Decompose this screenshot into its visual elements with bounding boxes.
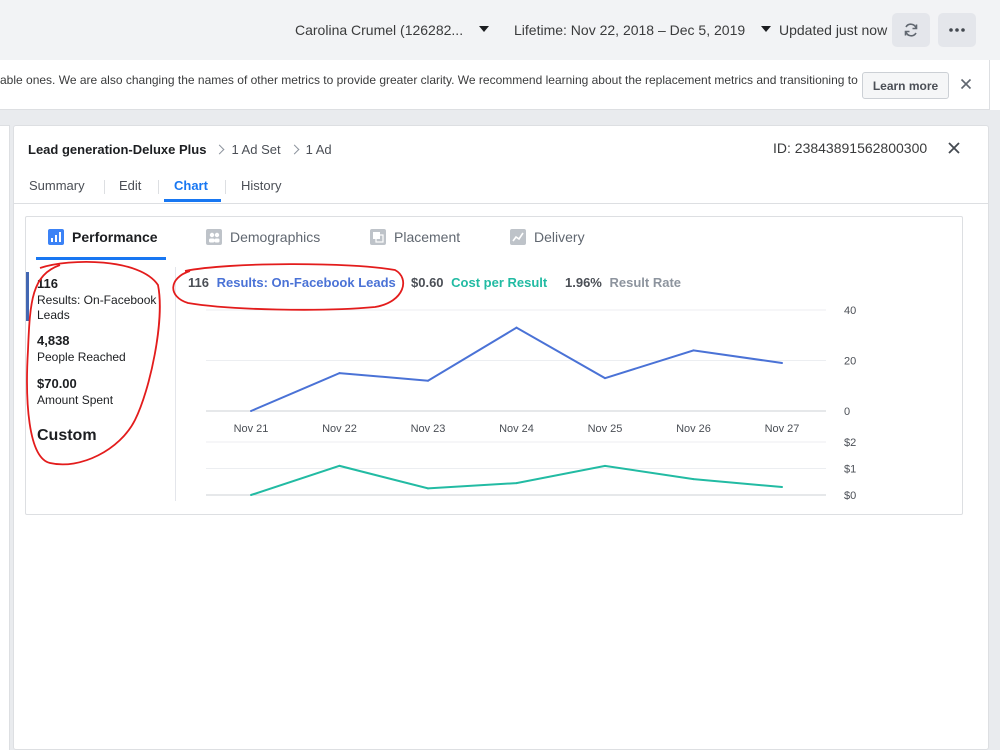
performance-charts: 40 20 0 Nov 21 Nov 22 Nov 23 Nov 24 Nov 25 Nov 2…: [206, 305, 856, 502]
data-point: [338, 372, 341, 375]
breadcrumb-campaign[interactable]: Lead generation-Deluxe Plus: [28, 142, 206, 157]
data-point: [250, 410, 252, 412]
date-range-label: Lifetime: Nov 22, 2018 – Dec 5, 2019: [514, 22, 746, 38]
x-tick-label: Nov 25: [588, 423, 623, 435]
more-icon: [949, 28, 965, 32]
chevron-right-icon: [214, 144, 225, 155]
tab-divider: [225, 180, 226, 194]
y-tick-label: $0: [844, 490, 856, 502]
x-tick-label: Nov 26: [676, 423, 711, 435]
data-point: [427, 379, 429, 382]
breadcrumb-ad[interactable]: 1 Ad: [306, 142, 332, 157]
y-tick-label: 0: [844, 406, 850, 418]
caret-down-icon: [479, 26, 490, 33]
x-tick-label: Nov 27: [765, 423, 800, 435]
x-tick-label: Nov 24: [499, 423, 534, 435]
data-point: [604, 377, 606, 380]
detail-tabs: Summary Edit Chart History: [14, 170, 988, 204]
series-line: [250, 326, 783, 412]
data-point: [427, 487, 429, 490]
tab-divider: [158, 180, 159, 194]
close-icon[interactable]: [960, 78, 972, 90]
x-tick-label: Nov 23: [411, 423, 446, 435]
y-tick-label: 20: [844, 356, 856, 368]
close-icon[interactable]: [948, 142, 960, 154]
ad-detail-panel: Lead generation-Deluxe Plus 1 Ad Set 1 A…: [13, 125, 989, 750]
refresh-icon: [904, 23, 918, 37]
tab-summary[interactable]: Summary: [29, 178, 85, 193]
chart-container: Performance Demographics Placement Deliv…: [25, 216, 963, 515]
data-point: [250, 494, 252, 496]
more-options-button[interactable]: [938, 13, 976, 47]
y-tick-label: $2: [844, 437, 856, 449]
breadcrumb-ad-set[interactable]: 1 Ad Set: [231, 142, 280, 157]
side-panel-edge: [0, 125, 10, 750]
y-tick-label: 40: [844, 305, 856, 317]
x-tick-label: Nov 21: [234, 423, 269, 435]
caret-down-icon: [761, 26, 772, 33]
data-point: [515, 326, 518, 329]
chevron-right-icon: [289, 144, 300, 155]
tab-divider: [104, 180, 105, 194]
top-bar: Carolina Crumel (126282... Lifetime: Nov…: [0, 0, 1000, 60]
active-tab-indicator: [164, 199, 221, 202]
data-point: [515, 482, 518, 485]
data-point: [781, 362, 783, 365]
data-point: [692, 349, 695, 352]
breadcrumb: Lead generation-Deluxe Plus 1 Ad Set 1 A…: [28, 142, 332, 157]
refresh-button[interactable]: [892, 13, 930, 47]
metrics-notice-banner: able ones. We are also changing the name…: [0, 60, 990, 110]
updated-status: Updated just now: [779, 22, 888, 38]
tab-history[interactable]: History: [241, 178, 281, 193]
tab-edit[interactable]: Edit: [119, 178, 141, 193]
data-point: [338, 464, 341, 467]
data-point: [604, 464, 606, 467]
data-point: [692, 478, 695, 481]
learn-more-button[interactable]: Learn more: [862, 72, 949, 99]
tab-chart[interactable]: Chart: [174, 178, 208, 193]
data-point: [781, 486, 783, 489]
date-range-selector[interactable]: Lifetime: Nov 22, 2018 – Dec 5, 2019: [514, 22, 772, 38]
notice-text: able ones. We are also changing the name…: [0, 73, 858, 87]
series-line: [250, 464, 783, 496]
account-selector[interactable]: Carolina Crumel (126282...: [295, 22, 490, 38]
ad-id: ID: 23843891562800300: [773, 140, 928, 156]
account-name: Carolina Crumel (126282...: [295, 22, 464, 38]
x-tick-label: Nov 22: [322, 423, 357, 435]
y-tick-label: $1: [844, 464, 856, 476]
